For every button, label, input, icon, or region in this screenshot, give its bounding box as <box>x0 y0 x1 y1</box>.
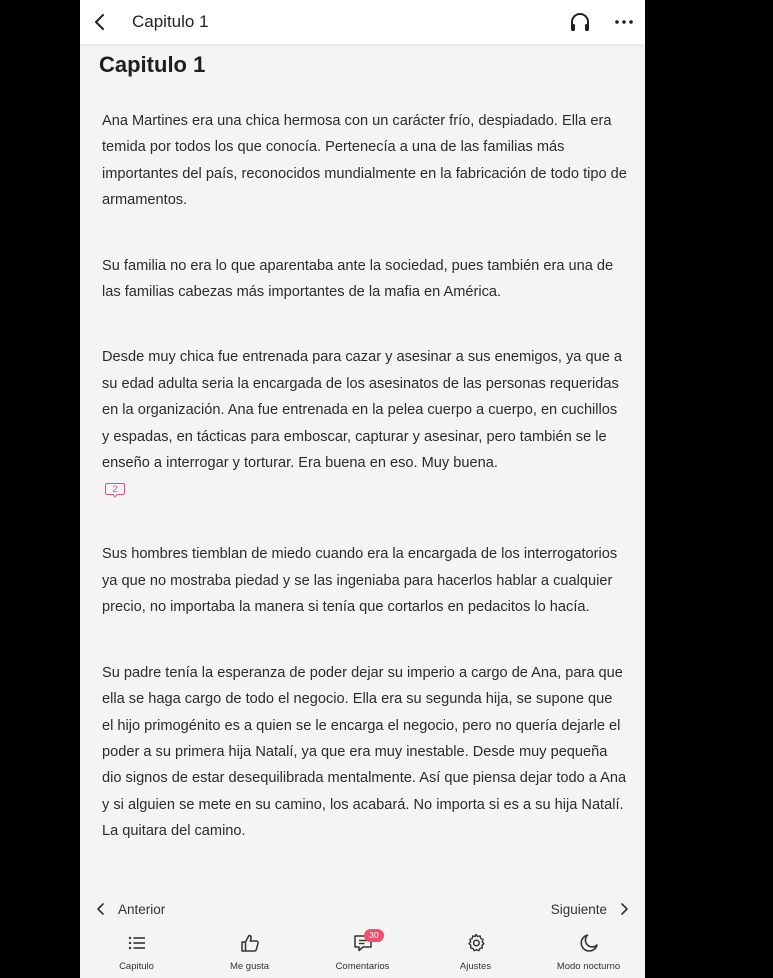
chapter-heading: Capitulo 1 <box>99 52 206 77</box>
previous-chapter-label: Anterior <box>118 901 166 917</box>
tab-comments[interactable]: Comentarios <box>306 926 419 978</box>
next-chapter-button[interactable]: Siguiente <box>551 896 631 922</box>
comments-count-badge: 30 <box>364 929 384 942</box>
paragraph: Su padre tenía la esperanza de poder dej… <box>102 664 627 840</box>
moon-icon <box>580 934 598 952</box>
chevron-left-icon <box>95 14 104 30</box>
paragraph: Sus hombres tiemblan de miedo cuando era… <box>102 546 618 616</box>
more-options-button[interactable] <box>612 10 636 34</box>
more-horizontal-icon <box>615 20 633 24</box>
audio-button[interactable] <box>568 10 592 34</box>
previous-chapter-button[interactable]: Anterior <box>94 896 165 922</box>
chevron-left-icon <box>97 903 104 915</box>
headphones-icon <box>571 13 589 31</box>
paragraph-comment-count: 2 <box>112 484 118 494</box>
bottom-toolbar: Capitulo Me gusta Comentarios 30 Ajustes <box>80 926 645 978</box>
paragraph: Su familia no era lo que aparentaba ante… <box>102 257 614 301</box>
tab-label: Me gusta <box>229 961 270 972</box>
tab-label: Capitulo <box>119 961 154 972</box>
next-chapter-label: Siguiente <box>550 901 607 917</box>
tab-label: Modo nocturno <box>556 961 621 972</box>
tab-settings[interactable]: Ajustes <box>419 926 532 978</box>
tab-label: Ajustes <box>459 961 492 972</box>
back-button[interactable] <box>86 8 114 36</box>
paragraph: Desde muy chica fue entrenada para cazar… <box>102 349 622 472</box>
chevron-right-icon <box>621 903 628 915</box>
paragraph: Ana Martines era una chica hermosa con u… <box>102 113 627 209</box>
tab-label: Comentarios <box>335 961 390 972</box>
thumbs-up-icon <box>241 934 259 952</box>
tab-night-mode[interactable]: Modo nocturno <box>532 926 645 978</box>
tab-chapters[interactable]: Capitulo <box>80 926 193 978</box>
top-app-bar: Capitulo 1 <box>80 0 645 44</box>
paragraph-comment-button[interactable]: 2 <box>105 482 125 498</box>
gear-icon <box>468 933 485 952</box>
chapter-content: Ana Martines era una chica hermosa con u… <box>102 108 627 845</box>
chapter-navigation: Anterior Siguiente <box>80 896 645 922</box>
page-title: Capitulo 1 <box>132 12 209 31</box>
list-icon <box>128 936 145 950</box>
reader-screen: Capitulo 1 Capitulo 1 Ana Martines era u… <box>80 0 645 978</box>
tab-like[interactable]: Me gusta <box>193 926 306 978</box>
